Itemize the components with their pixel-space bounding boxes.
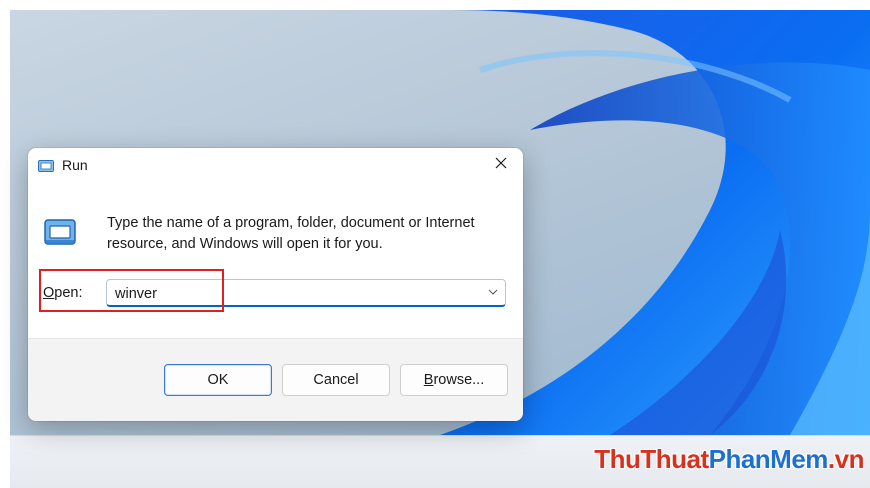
open-label-access-key: O bbox=[43, 285, 55, 301]
chevron-down-icon[interactable] bbox=[487, 286, 499, 298]
open-label-text: pen: bbox=[54, 285, 83, 301]
open-combobox[interactable] bbox=[106, 279, 506, 307]
close-icon bbox=[495, 156, 507, 174]
run-app-icon bbox=[44, 218, 76, 246]
watermark-part-1: ThuThuat bbox=[594, 444, 709, 474]
watermark-logo: ThuThuatPhanMem.vn bbox=[594, 444, 864, 475]
dialog-title: Run bbox=[62, 157, 88, 173]
browse-label: rowse... bbox=[433, 372, 485, 388]
browse-button[interactable]: Browse... bbox=[400, 364, 508, 396]
button-bar: OK Cancel Browse... bbox=[28, 338, 523, 421]
run-app-icon bbox=[38, 159, 54, 172]
cancel-button[interactable]: Cancel bbox=[282, 364, 390, 396]
dialog-description: Type the name of a program, folder, docu… bbox=[107, 215, 475, 252]
title-bar[interactable]: Run bbox=[28, 148, 523, 182]
watermark-part-2: PhanMem bbox=[708, 444, 829, 474]
browse-access-key: B bbox=[423, 372, 434, 388]
watermark-part-3: .vn bbox=[827, 444, 865, 474]
ok-button[interactable]: OK bbox=[164, 364, 272, 396]
run-dialog: Run Type the name of a program, folder, … bbox=[28, 148, 523, 421]
open-label: Open: bbox=[43, 285, 83, 301]
close-button[interactable] bbox=[479, 148, 523, 182]
open-input[interactable] bbox=[107, 280, 475, 306]
